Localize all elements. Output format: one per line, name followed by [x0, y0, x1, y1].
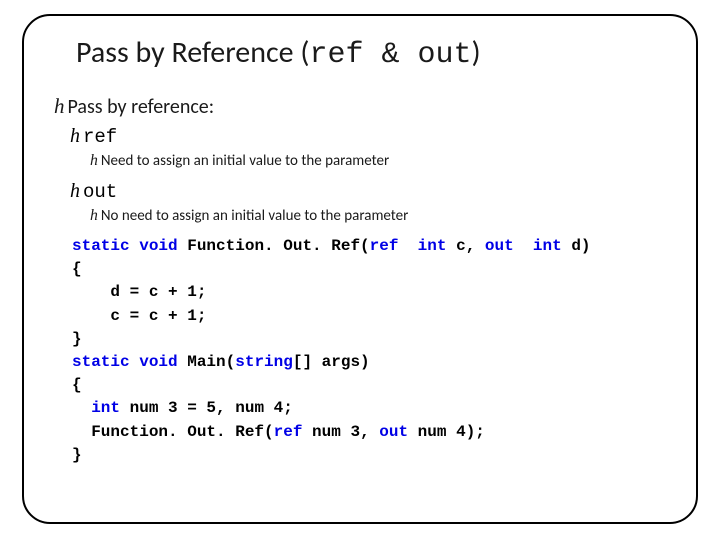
title-mono: ref & out: [309, 38, 471, 72]
bullet-level1: hPass by reference:: [54, 94, 668, 119]
bullet-out-desc: hNo need to assign an initial value to t…: [90, 207, 668, 225]
bullet-icon: h: [70, 180, 83, 202]
title-suffix: ): [471, 34, 480, 71]
slide-frame: Pass by Reference (ref & out) hPass by r…: [22, 14, 698, 524]
title-prefix: Pass by Reference (: [76, 34, 309, 71]
kw-out: out: [485, 237, 514, 255]
code-sp: [130, 353, 140, 371]
kw-ref: ref: [370, 237, 399, 255]
code-sp: [130, 237, 140, 255]
code-txt: Function. Out. Ref(: [72, 423, 274, 441]
code-indent: [72, 399, 91, 417]
bullet-ref-text: ref: [83, 126, 117, 148]
bullet-ref: href: [70, 125, 668, 148]
code-fn: Main(: [178, 353, 236, 371]
code-line: }: [72, 446, 82, 464]
code-line: }: [72, 330, 82, 348]
code-sp: [398, 237, 417, 255]
bullet-ref-desc: hNeed to assign an initial value to the …: [90, 152, 668, 170]
code-sp: [514, 237, 533, 255]
code-fn: Function. Out. Ref(: [178, 237, 370, 255]
bullet-icon: h: [54, 94, 68, 118]
bullet-icon: h: [90, 207, 101, 224]
kw-int: int: [91, 399, 120, 417]
code-txt: d): [562, 237, 591, 255]
code-txt: c,: [446, 237, 484, 255]
kw-ref: ref: [274, 423, 303, 441]
kw-void: void: [139, 353, 177, 371]
bullet-l1-text: Pass by reference:: [68, 95, 215, 119]
code-line: {: [72, 260, 82, 278]
code-line: c = c + 1;: [72, 307, 206, 325]
code-txt: num 4);: [408, 423, 485, 441]
kw-static: static: [72, 237, 130, 255]
kw-static: static: [72, 353, 130, 371]
kw-out: out: [379, 423, 408, 441]
kw-int: int: [533, 237, 562, 255]
slide-title: Pass by Reference (ref & out): [76, 34, 668, 72]
bullet-icon: h: [70, 125, 83, 147]
code-txt: num 3,: [302, 423, 379, 441]
code-txt: [] args): [293, 353, 370, 371]
bullet-out-text: out: [83, 181, 117, 203]
bullet-out-desc-text: No need to assign an initial value to th…: [101, 207, 409, 225]
kw-int: int: [418, 237, 447, 255]
code-line: d = c + 1;: [72, 283, 206, 301]
code-line: {: [72, 376, 82, 394]
bullet-icon: h: [90, 152, 101, 169]
kw-void: void: [139, 237, 177, 255]
code-block: static void Function. Out. Ref(ref int c…: [72, 235, 668, 467]
bullet-ref-desc-text: Need to assign an initial value to the p…: [101, 152, 389, 170]
bullet-out: hout: [70, 180, 668, 203]
code-txt: num 3 = 5, num 4;: [120, 399, 293, 417]
kw-string: string: [235, 353, 293, 371]
